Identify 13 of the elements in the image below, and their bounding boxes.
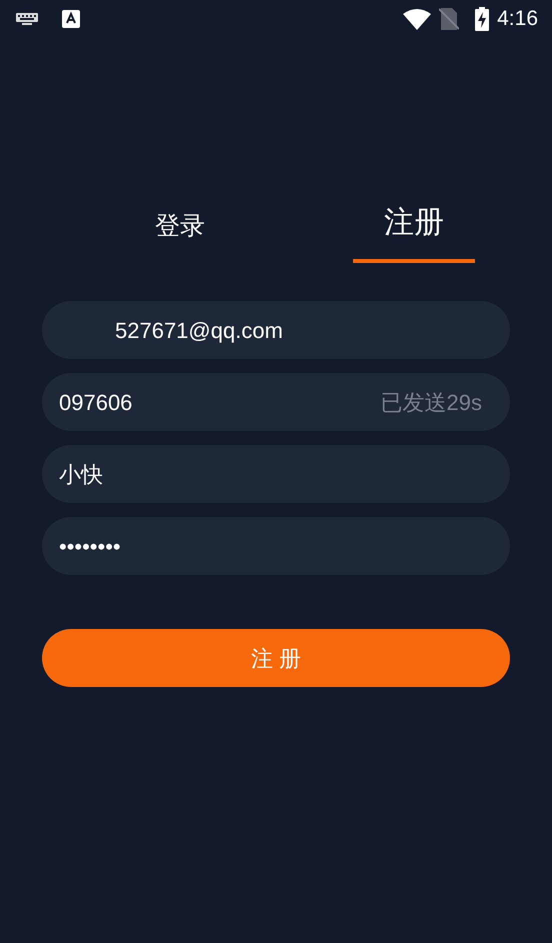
countdown-text: 已发送29s [380,388,482,416]
password-field[interactable]: •••••••• [42,517,510,575]
wifi-icon [403,8,432,30]
tab[interactable]: 登录 [119,208,241,263]
no-sim-icon [439,8,460,30]
text-input-icon [62,10,80,28]
keyboard-icon [16,13,38,25]
nickname-field[interactable]: 小快 [42,445,510,503]
battery-charging-icon [475,7,490,31]
tab[interactable]: 注册 [353,200,475,263]
email-field[interactable]: 527671@qq.com [42,301,510,359]
code-field[interactable]: 097606 已发送29s [42,373,510,431]
status-time: 4:16 [497,6,538,32]
